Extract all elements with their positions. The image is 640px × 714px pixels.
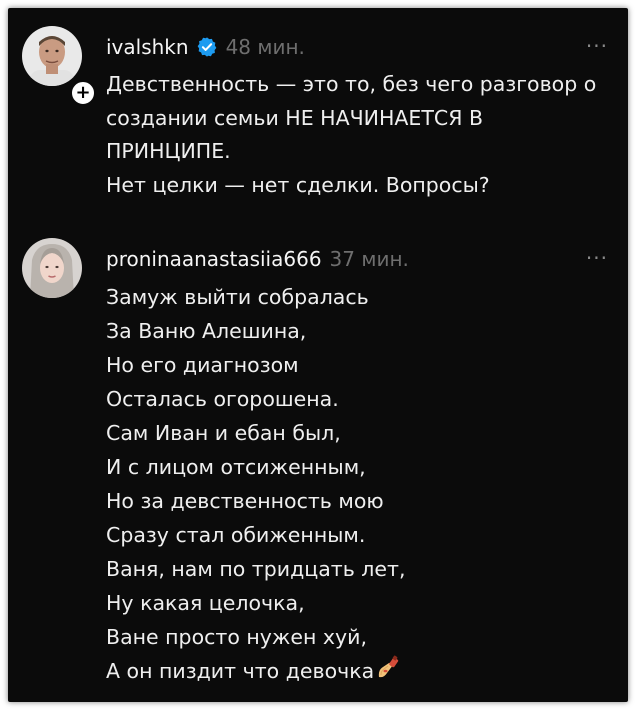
more-options-icon[interactable]: ··· [586,246,608,270]
post-header: proninaanastasiia666 37 мин. [106,244,409,274]
post-header: ivalshkn 48 мин. [106,32,305,62]
more-options-icon[interactable]: ··· [586,34,608,58]
post-text: Девственность — это то, без чего разгово… [106,68,611,202]
username[interactable]: proninaanastasiia666 [106,247,322,271]
text-line: А он пиздит что девочка [106,659,375,683]
avatar[interactable] [22,238,82,298]
text-line-last: А он пиздит что девочка [106,654,611,688]
text-line: Замуж выйти собралась [106,285,369,309]
text-line: Но за девственность мою [106,489,384,513]
text-line: За Ваню Алешина, [106,319,307,343]
username[interactable]: ivalshkn [106,35,189,59]
text-line: Но его диагнозом [106,353,299,377]
text-line: создании семьи НЕ НАЧИНАЕТСЯ В [106,105,484,130]
text-line: И с лицом отсиженным, [106,455,366,479]
text-line: Девственность — это то, без чего разгово… [106,72,597,96]
text-line: Ване просто нужен хуй, [106,625,368,649]
timestamp: 48 мин. [225,35,305,59]
text-line: Нет целки — нет сделки. Вопросы? [106,172,490,197]
verified-badge-icon [197,37,216,57]
thread-window: + ivalshkn 48 мин. ··· Девственность — э… [8,8,628,702]
text-line: Ну какая целочка, [106,591,305,615]
post-text: Замуж выйти собралась За Ваню Алешина, Н… [106,280,611,688]
text-line: Сразу стал обиженным. [106,523,366,547]
text-line: Ваня, нам по тридцать лет, [106,557,406,581]
text-line: Осталась огорошена. [106,387,339,411]
follow-plus-icon[interactable]: + [70,80,96,106]
nail-polish-icon [379,655,399,678]
timestamp: 37 мин. [329,247,409,271]
avatar[interactable] [22,26,82,86]
text-line: ПРИНЦИПЕ. [106,139,231,163]
text-line: Сам Иван и ебан был, [106,421,341,445]
